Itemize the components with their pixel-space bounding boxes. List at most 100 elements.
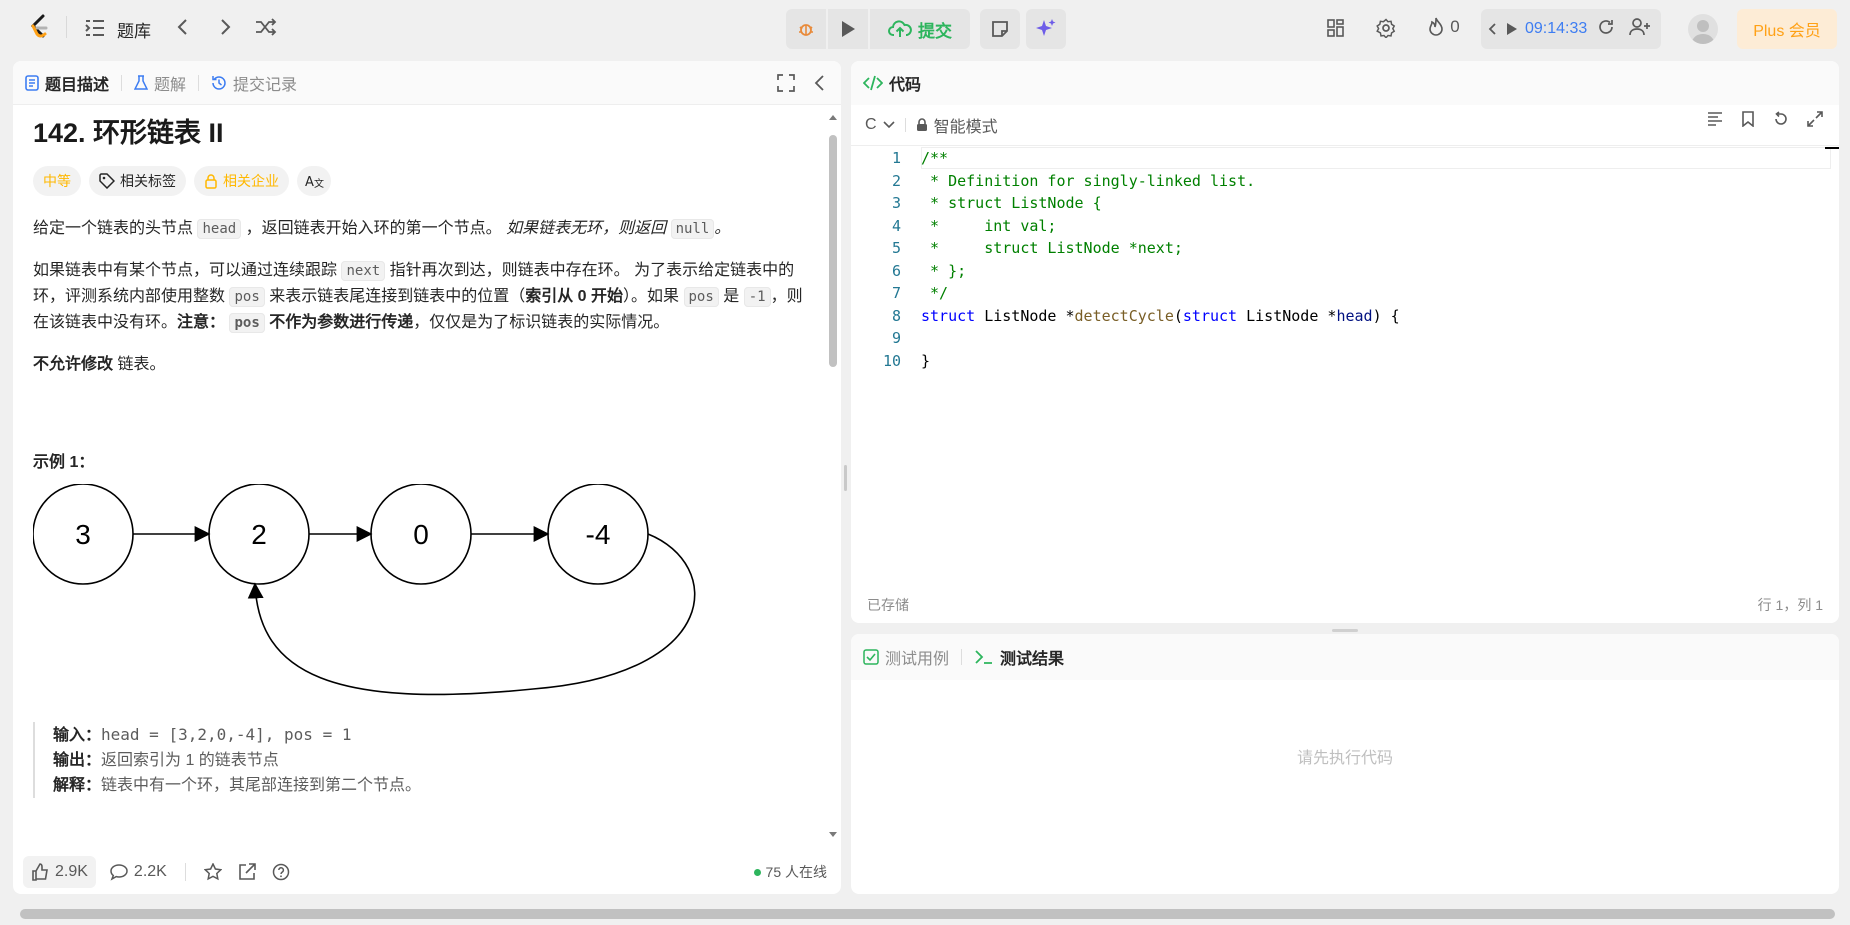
scroll-up-icon[interactable] <box>829 113 837 121</box>
test-panel: 测试用例 测试结果 请先执行代码 <box>851 634 1839 894</box>
tab-description-label: 题目描述 <box>45 76 110 94</box>
online-label: 75 人在线 <box>765 864 827 880</box>
code-content[interactable]: /** * Definition for singly-linked list.… <box>921 147 1400 372</box>
expand-icon[interactable] <box>1807 111 1823 127</box>
code-editor[interactable]: 1 2 3 4 5 6 7 8 9 10 /** * Definition for singly-… <box>851 147 1839 587</box>
settings-icon[interactable] <box>1376 18 1396 38</box>
submit-button[interactable]: 提交 <box>870 9 970 49</box>
cloud-upload-icon <box>888 20 912 37</box>
reset-icon[interactable] <box>1773 111 1789 127</box>
description-scrollbar[interactable] <box>829 113 837 839</box>
text: ）。如果 <box>623 288 680 305</box>
history-icon <box>212 75 226 90</box>
description-paragraph-1: 给定一个链表的头节点 head ，返回链表开始入环的第一个节点。 如果链表无环，… <box>33 216 813 242</box>
translate-button[interactable]: A文 <box>297 166 331 196</box>
next-problem-icon[interactable] <box>214 16 236 38</box>
text: 给定一个链表的头节点 <box>33 220 194 237</box>
code-panel: 代码 C 智能模式 1 2 3 4 5 6 7 8 9 10 /** * Definition f… <box>851 61 1839 623</box>
problem-tabs: 题目描述 题解 提交记录 <box>13 61 841 105</box>
avatar[interactable] <box>1688 14 1718 44</box>
like-button[interactable]: 2.9K <box>23 856 96 888</box>
play-icon <box>842 21 855 37</box>
text: ，仅仅是为了标识链表的实际情况。 <box>413 314 670 331</box>
leetcode-logo[interactable] <box>24 12 54 42</box>
favorite-button[interactable] <box>196 856 230 888</box>
help-button[interactable] <box>264 856 298 888</box>
line-number: 1 <box>891 149 901 167</box>
format-icon[interactable] <box>1707 111 1723 127</box>
tab-test-result[interactable]: 测试结果 <box>974 645 1064 669</box>
save-status: 已存储 <box>867 597 909 613</box>
text: 如果链表中有某个节点，可以通过连续跟踪 <box>33 262 338 279</box>
inline-code: pos <box>683 287 719 307</box>
timer-display[interactable]: 09:14:33 <box>1525 20 1587 38</box>
text: 注意： <box>177 314 226 331</box>
divider <box>121 74 123 91</box>
inline-code: pos <box>229 287 265 307</box>
list-icon[interactable] <box>84 18 106 38</box>
tab-solutions-label: 题解 <box>154 76 187 94</box>
problem-description: 142. 环形链表 II 中等 相关标签 相关企业 A文 给定一个链表的头节点 … <box>33 105 813 845</box>
line-number: 3 <box>891 194 901 212</box>
fullscreen-icon[interactable] <box>777 74 795 97</box>
problem-list-link[interactable]: 题库 <box>117 17 151 42</box>
line-numbers: 1 2 3 4 5 6 7 8 9 10 <box>851 147 901 372</box>
horizontal-scrollbar[interactable] <box>20 909 1835 919</box>
example-output: 输出：返回索引为 1 的链表节点 <box>53 748 813 773</box>
translate-icon: A文 <box>305 175 324 189</box>
plus-membership-button[interactable]: Plus 会员 <box>1737 9 1837 49</box>
svg-text:A: A <box>305 175 314 189</box>
run-button[interactable] <box>828 9 868 49</box>
inline-code: null <box>670 219 715 239</box>
layout-icon[interactable] <box>1326 18 1346 38</box>
notes-button[interactable] <box>980 9 1020 49</box>
ai-assistant-button[interactable] <box>1026 9 1066 49</box>
tab-testcase[interactable]: 测试用例 <box>863 645 949 669</box>
resize-handle-horizontal[interactable] <box>1332 629 1358 632</box>
related-companies-button[interactable]: 相关企业 <box>194 166 289 196</box>
smart-mode-toggle[interactable]: 智能模式 <box>916 113 998 137</box>
add-friend-icon[interactable] <box>1629 17 1651 41</box>
streak-counter[interactable]: 0 <box>1422 16 1466 38</box>
comment-icon <box>110 864 128 881</box>
language-select[interactable]: C <box>865 116 895 134</box>
node-label: 2 <box>251 519 267 550</box>
scroll-thumb[interactable] <box>829 135 837 367</box>
comments-button[interactable]: 2.2K <box>102 856 175 888</box>
difficulty-badge: 中等 <box>33 166 81 196</box>
tab-solutions[interactable]: 题解 <box>134 71 186 95</box>
run-submit-group: 提交 <box>786 9 970 49</box>
scroll-down-icon[interactable] <box>829 831 837 839</box>
timer-group: 09:14:33 <box>1481 9 1661 49</box>
related-tags-button[interactable]: 相关标签 <box>89 166 186 196</box>
debug-button[interactable] <box>786 9 826 49</box>
code-tab[interactable]: 代码 <box>863 71 921 95</box>
inline-code: head <box>197 219 242 239</box>
timer-play-icon[interactable] <box>1503 22 1521 36</box>
line-number: 6 <box>891 261 901 280</box>
resize-handle-vertical[interactable] <box>844 465 847 491</box>
bookmark-icon[interactable] <box>1741 111 1755 127</box>
cursor-position: 行 1，列 1 <box>1757 597 1823 613</box>
text: 如果链表无环，则返回 <box>506 220 667 237</box>
collapse-timer-icon[interactable] <box>1481 22 1503 36</box>
timer-reset-icon[interactable] <box>1597 18 1615 41</box>
tab-submissions[interactable]: 提交记录 <box>211 71 297 95</box>
collapse-panel-icon[interactable] <box>813 74 825 97</box>
divider <box>904 118 906 132</box>
share-button[interactable] <box>230 856 264 888</box>
prev-problem-icon[interactable] <box>172 16 194 38</box>
editor-status-bar: 已存储 行 1，列 1 <box>851 587 1839 623</box>
chevron-down-icon <box>882 121 895 129</box>
related-tags-label: 相关标签 <box>120 173 176 189</box>
tab-description[interactable]: 题目描述 <box>25 71 109 95</box>
thumbs-up-icon <box>32 863 48 881</box>
tab-testcase-label: 测试用例 <box>885 651 950 668</box>
label: 输入： <box>53 727 102 744</box>
help-icon <box>272 863 290 881</box>
shuffle-icon[interactable] <box>254 16 278 38</box>
code-toolbar: C 智能模式 <box>851 105 1839 145</box>
svg-text:文: 文 <box>314 177 324 189</box>
document-icon <box>25 74 39 91</box>
line-number: 4 <box>891 216 901 235</box>
